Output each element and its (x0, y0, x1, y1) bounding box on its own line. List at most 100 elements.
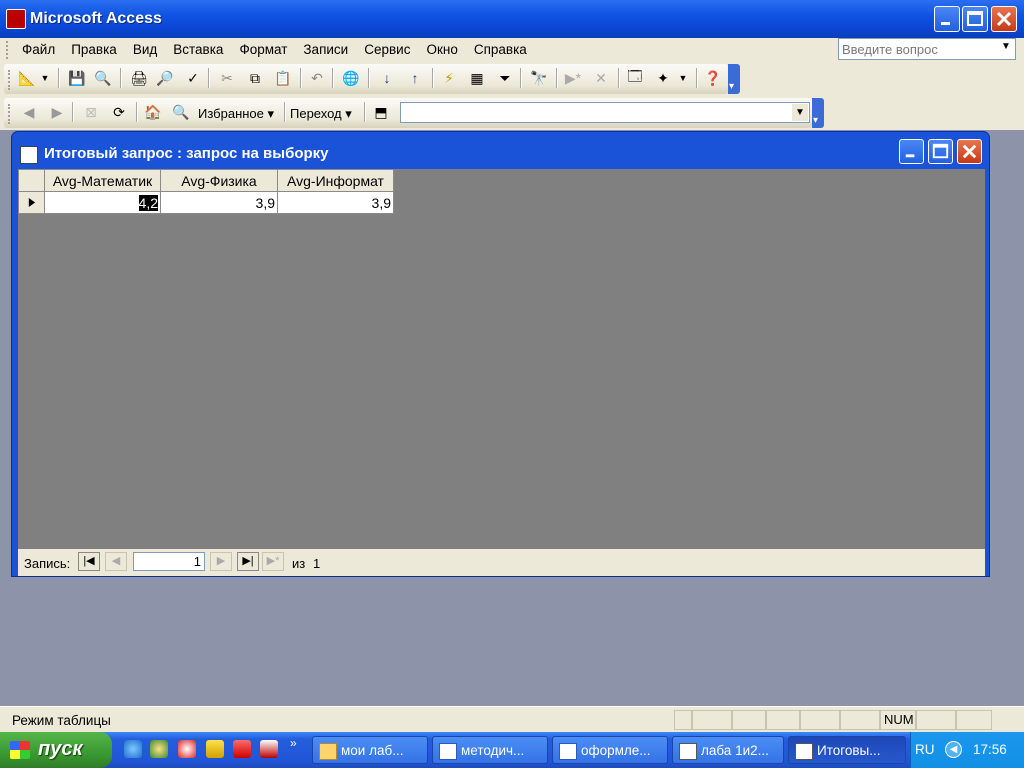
find-icon[interactable]: 🔭 (528, 67, 550, 89)
taskbar-item[interactable]: лаба 1и2... (672, 736, 784, 764)
delete-record-icon[interactable]: ✕ (590, 67, 612, 89)
new-object-dropdown-icon[interactable]: ▼ (676, 67, 690, 89)
show-web-toolbar-only-icon[interactable]: ⬒ (370, 101, 392, 123)
menu-format[interactable]: Формат (231, 41, 295, 59)
menu-edit[interactable]: Правка (63, 41, 125, 59)
table-cell[interactable]: 4,2 (44, 191, 161, 214)
previous-record-button[interactable]: ◀ (105, 552, 127, 571)
toolbar-grip[interactable] (8, 70, 13, 90)
table-cell[interactable]: 3,9 (160, 191, 278, 214)
taskbar-item[interactable]: методич... (432, 736, 548, 764)
toolbar-options-button[interactable] (812, 98, 824, 128)
query-close-button[interactable] (957, 139, 982, 164)
menu-file[interactable]: Файл (14, 41, 63, 59)
table-cell[interactable]: 3,9 (277, 191, 394, 214)
help-question-input[interactable]: Введите вопрос ▼ (838, 38, 1016, 60)
search-web-icon[interactable]: 🔍 (170, 101, 192, 123)
taskbar-item-active[interactable]: Итоговы... (788, 736, 906, 764)
column-header[interactable]: Avg-Математик (44, 169, 161, 192)
language-indicator[interactable]: RU (915, 742, 935, 757)
menu-tools[interactable]: Сервис (356, 41, 418, 59)
show-hidden-icons-icon[interactable]: ◀ (945, 741, 962, 758)
undo-icon[interactable]: ↶ (306, 67, 328, 89)
filter-by-form-icon[interactable]: ▦ (466, 67, 488, 89)
select-all-corner[interactable] (18, 169, 45, 192)
start-button[interactable]: пуск (0, 732, 112, 768)
back-icon[interactable]: ◀ (18, 101, 40, 123)
home-icon[interactable]: 🏠 (142, 101, 164, 123)
save-icon[interactable]: 💾 (66, 67, 88, 89)
column-header[interactable]: Avg-Информат (277, 169, 394, 192)
query-maximize-button[interactable] (928, 139, 953, 164)
column-header[interactable]: Avg-Физика (160, 169, 278, 192)
app-title-bar[interactable]: Microsoft Access (0, 0, 1024, 38)
filter-by-selection-icon[interactable]: ⚡ (438, 67, 460, 89)
address-combo[interactable]: ▼ (400, 102, 810, 123)
new-record-button[interactable]: ▶* (262, 552, 284, 571)
record-navigation-bar: Запись: |◀ ◀ 1 ▶ ▶| ▶* из 1 (18, 549, 985, 576)
menu-records[interactable]: Записи (295, 41, 356, 59)
sort-descending-icon[interactable]: ↑ (404, 67, 426, 89)
query-window[interactable]: Итоговый запрос : запрос на выборку Avg-… (12, 132, 989, 576)
toolbar-options-button[interactable] (728, 64, 740, 94)
last-record-button[interactable]: ▶| (237, 552, 259, 571)
record-selector[interactable] (18, 191, 45, 214)
query-window-title: Итоговый запрос : запрос на выборку (44, 145, 329, 162)
access-app-icon[interactable] (6, 9, 26, 29)
query-icon (795, 743, 813, 760)
refresh-icon[interactable]: ⟳ (108, 101, 130, 123)
favorites-menu[interactable]: Избранное ▾ (198, 106, 274, 122)
hyperlink-icon[interactable]: 🌐 (340, 67, 362, 89)
current-record-input[interactable]: 1 (133, 552, 205, 571)
chevron-down-icon[interactable]: ▼ (792, 104, 808, 121)
menu-help[interactable]: Справка (466, 41, 535, 59)
maximize-button[interactable] (962, 6, 988, 32)
chevron-down-icon[interactable]: ▼ (999, 41, 1013, 57)
help-icon[interactable]: ❓ (702, 67, 724, 89)
maximize-icon (967, 11, 983, 26)
first-record-button[interactable]: |◀ (78, 552, 100, 571)
go-label: Переход (290, 106, 342, 121)
view-dropdown-icon[interactable]: ▼ (38, 67, 52, 89)
query-minimize-button[interactable] (899, 139, 924, 164)
view-design-icon[interactable]: 📐 (16, 67, 38, 89)
menu-insert[interactable]: Вставка (165, 41, 231, 59)
stop-icon[interactable]: ⊠ (80, 101, 102, 123)
opera-icon[interactable] (178, 740, 196, 758)
quick-launch-more-icon[interactable]: » (290, 736, 297, 750)
go-menu[interactable]: Переход ▾ (290, 106, 352, 122)
new-record-icon[interactable]: ▶* (562, 67, 584, 89)
datasheet-area: Avg-Математик Avg-Физика Avg-Информат 4,… (18, 169, 985, 549)
status-panel (840, 710, 880, 730)
print-icon[interactable]: 🖨 (128, 67, 150, 89)
taskbar-item-label: оформле... (581, 743, 651, 758)
clock[interactable]: 17:56 (973, 742, 1007, 757)
access-quick-launch-icon[interactable] (260, 740, 278, 758)
toolbar-grip[interactable] (8, 104, 13, 124)
quick-launch-app-icon[interactable] (206, 740, 224, 758)
menu-window[interactable]: Окно (418, 41, 465, 59)
copy-icon[interactable]: ⧉ (244, 67, 266, 89)
print-preview-icon[interactable]: 🔎 (154, 67, 176, 89)
sort-ascending-icon[interactable]: ↓ (376, 67, 398, 89)
paste-icon[interactable]: 📋 (272, 67, 294, 89)
new-object-icon[interactable]: ✦ (652, 67, 674, 89)
messenger-icon[interactable] (150, 740, 168, 758)
acrobat-icon[interactable] (233, 740, 251, 758)
file-search-icon[interactable]: 🔍 (92, 67, 114, 89)
media-player-icon[interactable] (124, 740, 142, 758)
menu-grip[interactable] (6, 41, 11, 59)
spelling-icon[interactable]: ✓ (182, 67, 204, 89)
forward-icon[interactable]: ▶ (46, 101, 68, 123)
menu-view[interactable]: Вид (125, 41, 165, 59)
of-label: из (292, 556, 306, 571)
next-record-button[interactable]: ▶ (210, 552, 232, 571)
database-window-icon[interactable]: 🗔 (624, 67, 646, 89)
taskbar-item[interactable]: мои лаб... (312, 736, 428, 764)
taskbar-item[interactable]: оформле... (552, 736, 668, 764)
apply-filter-icon[interactable]: ⏷ (494, 67, 516, 89)
minimize-button[interactable] (934, 6, 960, 32)
close-button[interactable] (991, 6, 1017, 32)
cut-icon[interactable]: ✂ (216, 67, 238, 89)
query-icon[interactable] (20, 146, 38, 164)
